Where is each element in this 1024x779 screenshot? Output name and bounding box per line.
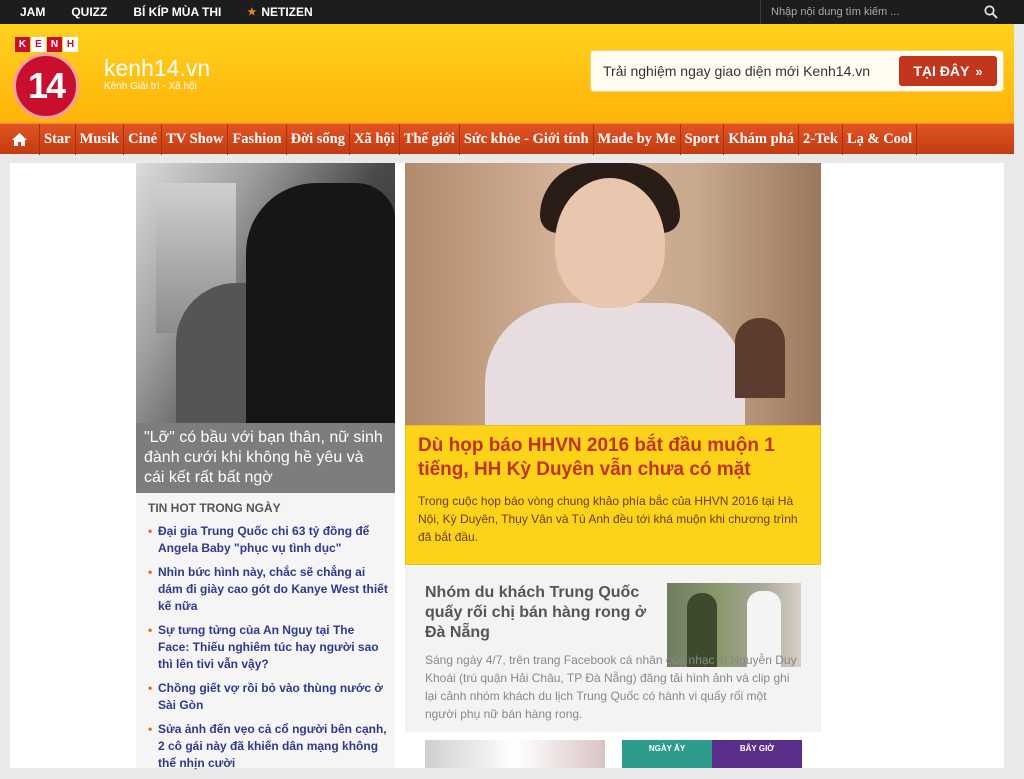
- secondary-story-title[interactable]: Nhóm du khách Trung Quốc quấy rối chị bá…: [425, 583, 655, 643]
- hot-news-box: TIN HOT TRONG NGÀY Đại gia Trung Quốc ch…: [136, 493, 395, 770]
- main-feature-title[interactable]: Dù họp báo HHVN 2016 bắt đầu muộn 1 tiến…: [418, 434, 814, 482]
- top-link-label: NETIZEN: [261, 5, 313, 19]
- site-header: K E N H 14 kenh14.vn Kênh Giải trí - Xã …: [0, 24, 1014, 123]
- hot-news-item[interactable]: Sự tưng tửng của An Nguy tại The Face: T…: [148, 622, 388, 673]
- left-feature-story[interactable]: "Lỡ" có bầu với bạn thân, nữ sinh đành c…: [136, 163, 395, 493]
- top-links: JAM QUIZZ BÍ KÍP MÙA THI ★ NETIZEN: [20, 0, 339, 24]
- new-ui-promo: Trải nghiệm ngay giao diện mới Kenh14.vn…: [590, 50, 1004, 92]
- nav-item-xa-hoi[interactable]: Xã hội: [350, 123, 400, 155]
- nav-item-la-cool[interactable]: Lạ & Cool: [843, 123, 918, 155]
- main-feature-image[interactable]: [405, 163, 821, 425]
- nav-item-kham-pha[interactable]: Khám phá: [724, 123, 800, 155]
- top-link-label: QUIZZ: [71, 5, 108, 19]
- nav-item-2-tek[interactable]: 2-Tek: [799, 123, 843, 155]
- search-box: [760, 0, 1008, 24]
- secondary-story-summary: Sáng ngày 4/7, trên trang Facebook cá nh…: [425, 653, 797, 721]
- logo-letter: H: [63, 37, 78, 52]
- left-feature-image: [136, 163, 395, 423]
- hot-news-list: Đại gia Trung Quốc chi 63 tỷ đồng để Ang…: [148, 523, 388, 779]
- logo-letter: N: [47, 37, 62, 52]
- nav-item-musik[interactable]: Musik: [76, 123, 125, 155]
- main-feature-story: Dù họp báo HHVN 2016 bắt đầu muộn 1 tiến…: [405, 163, 821, 565]
- nav-item-cine[interactable]: Ciné: [124, 123, 163, 155]
- nav-item-tv-show[interactable]: TV Show: [162, 123, 229, 155]
- nav-item-made-by-me[interactable]: Made by Me: [594, 123, 681, 155]
- brand: kenh14.vn Kênh Giải trí - Xã hội: [104, 55, 210, 92]
- hot-news-item[interactable]: Nhìn bức hình này, chắc sẽ chẳng ai dám …: [148, 564, 388, 615]
- nav-item-suc-khoe[interactable]: Sức khỏe - Giới tính: [460, 123, 594, 155]
- logo-number: 14: [13, 53, 79, 119]
- top-link-label: BÍ KÍP MÙA THI: [133, 5, 222, 19]
- top-link-jam[interactable]: JAM: [20, 5, 45, 19]
- photo-figure: [555, 178, 665, 308]
- left-feature-caption: "Lỡ" có bầu với bạn thân, nữ sinh đành c…: [136, 423, 395, 493]
- logo-letter: K: [15, 37, 30, 52]
- nav-item-doi-song[interactable]: Đời sống: [287, 123, 350, 155]
- top-link-bi-kip[interactable]: BÍ KÍP MÙA THI: [133, 5, 221, 19]
- hot-news-item[interactable]: Đại gia Trung Quốc chi 63 tỷ đồng để Ang…: [148, 523, 388, 557]
- search-icon[interactable]: [984, 5, 998, 19]
- main-feature-caption: Dù họp báo HHVN 2016 bắt đầu muộn 1 tiến…: [405, 425, 821, 565]
- bottom-thumbnail-strip[interactable]: [425, 740, 605, 768]
- main-nav: Star Musik Ciné TV Show Fashion Đời sống…: [0, 123, 1014, 155]
- star-icon: ★: [247, 6, 257, 18]
- top-link-quizz[interactable]: QUIZZ: [71, 5, 107, 19]
- logo-letters: K E N H: [15, 37, 79, 52]
- main-feature-summary: Trong cuộc họp báo vòng chung khảo phía …: [418, 494, 798, 544]
- site-name: kenh14.vn: [104, 55, 211, 81]
- nav-item-sport[interactable]: Sport: [681, 123, 725, 155]
- promo-box-then: NGÀY ẤY: [622, 740, 712, 768]
- logo-letter: E: [31, 37, 46, 52]
- search-input[interactable]: [761, 0, 971, 24]
- promo-button[interactable]: TẠI ĐÂY »: [899, 56, 997, 86]
- top-link-label: JAM: [20, 5, 46, 19]
- hot-news-item[interactable]: Chồng giết vợ rồi bỏ vào thùng nước ở Sà…: [148, 680, 388, 714]
- then-now-promo[interactable]: NGÀY ẤY BÂY GIỜ: [622, 740, 802, 768]
- promo-text: Trải nghiệm ngay giao diện mới Kenh14.vn: [603, 63, 871, 79]
- hot-news-title: TIN HOT TRONG NGÀY: [148, 501, 281, 515]
- secondary-story: Nhóm du khách Trung Quốc quấy rối chị bá…: [405, 567, 821, 732]
- top-link-netizen[interactable]: ★ NETIZEN: [247, 5, 312, 19]
- promo-button-label: TẠI ĐÂY: [913, 63, 970, 79]
- promo-box-now: BÂY GIỜ: [712, 740, 802, 768]
- home-icon: [12, 132, 27, 146]
- site-logo[interactable]: K E N H 14: [11, 35, 81, 119]
- nav-item-fashion[interactable]: Fashion: [228, 123, 287, 155]
- home-button[interactable]: [0, 123, 40, 155]
- photo-figure: [485, 303, 745, 425]
- top-bar: JAM QUIZZ BÍ KÍP MÙA THI ★ NETIZEN: [0, 0, 1024, 24]
- nav-item-the-gioi[interactable]: Thế giới: [400, 123, 460, 155]
- hot-news-item[interactable]: Sửa ảnh đến vẹo cả cổ người bên cạnh, 2 …: [148, 721, 388, 772]
- nav-item-star[interactable]: Star: [40, 123, 76, 155]
- site-tagline: Kênh Giải trí - Xã hội: [104, 81, 197, 92]
- double-chevron-icon: »: [975, 63, 983, 79]
- photo-figure: [735, 318, 785, 398]
- photo-figure: [246, 183, 395, 423]
